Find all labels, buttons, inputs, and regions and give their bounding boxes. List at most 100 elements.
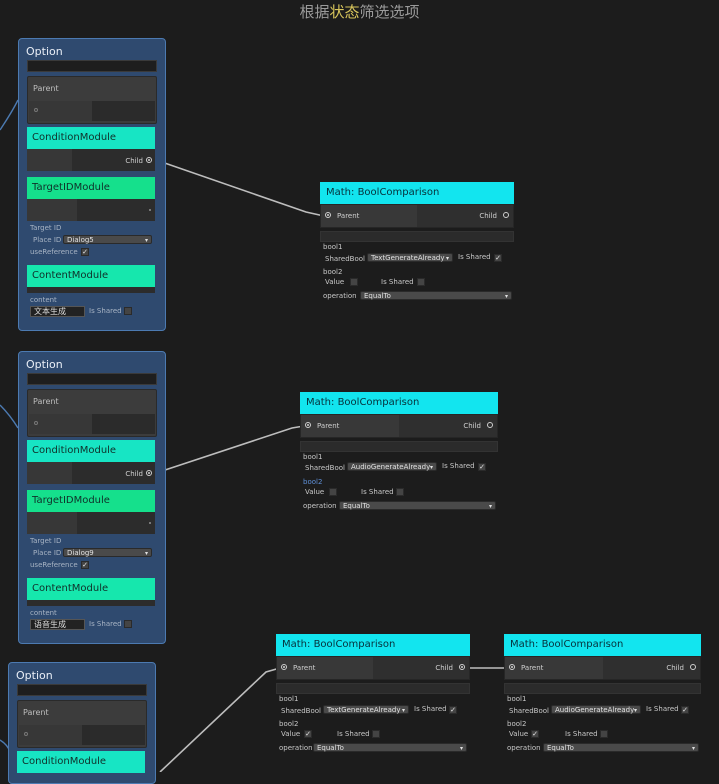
value-checkbox[interactable]: ✓ (304, 730, 312, 738)
option-node-3[interactable]: Option Parent ConditionModule (8, 662, 156, 784)
child-port-icon[interactable] (503, 212, 509, 218)
bool1-label: bool1 (279, 695, 299, 703)
condition-module-header: ConditionModule (27, 440, 155, 462)
child-port-icon[interactable] (690, 664, 696, 670)
bool-node-title: Math: BoolComparison (504, 634, 701, 656)
child-port-icon[interactable] (487, 422, 493, 428)
shared-bool-value: AudioGenerateAlready (555, 706, 635, 714)
bool1-label: bool1 (323, 243, 343, 251)
target-id-module[interactable]: TargetIDModule (27, 490, 155, 534)
shared-bool-dropdown[interactable]: TextGenerateAlready ▾ (367, 253, 453, 262)
target-id-module[interactable]: TargetIDModule (27, 177, 155, 221)
operation-dropdown[interactable]: EqualTo ▾ (313, 743, 467, 752)
value-label: Value (281, 730, 301, 738)
condition-module[interactable]: ConditionModule Child (27, 440, 155, 484)
value-label: Value (509, 730, 529, 738)
use-reference-label: useReference (30, 248, 78, 256)
wire-option2-to-bool2 (155, 425, 305, 474)
place-id-dropdown[interactable]: Dialog9 ▾ (63, 548, 152, 557)
parent-port-icon[interactable] (325, 212, 331, 218)
parent-label: Parent (317, 422, 340, 430)
operation-dropdown[interactable]: EqualTo ▾ (339, 501, 496, 510)
parent-port-panel[interactable]: Parent (27, 76, 157, 124)
option-title: Option (26, 45, 63, 58)
content-input[interactable]: 语音生成 (30, 619, 85, 630)
is-shared-checkbox[interactable]: ✓ (449, 706, 457, 714)
operation-label: operation (507, 744, 541, 752)
is-shared-checkbox-2[interactable] (600, 730, 608, 738)
parent-port-icon[interactable] (34, 108, 38, 112)
bool-node-title: Math: BoolComparison (276, 634, 470, 656)
is-shared-label: Is Shared (442, 462, 475, 470)
bool-comparison-node-4[interactable]: Math: BoolComparison Parent Child bool1 … (504, 634, 701, 752)
value-checkbox[interactable] (350, 278, 358, 286)
option-name-field[interactable] (17, 684, 147, 696)
is-shared-checkbox-2[interactable] (417, 278, 425, 286)
parent-port-icon[interactable] (281, 664, 287, 670)
wire-offscreen-option1 (0, 99, 19, 131)
is-shared-checkbox-2[interactable] (372, 730, 380, 738)
is-shared-checkbox[interactable] (124, 307, 132, 315)
parent-label: Parent (293, 664, 316, 672)
use-reference-checkbox[interactable]: ✓ (81, 248, 89, 256)
option-name-field[interactable] (27, 373, 157, 385)
value-checkbox[interactable] (329, 488, 337, 496)
parent-port-icon[interactable] (305, 422, 311, 428)
condition-module-header: ConditionModule (17, 751, 145, 773)
bool-comparison-node-1[interactable]: Math: BoolComparison Parent Child bool1 … (320, 182, 514, 300)
shared-bool-label: SharedBool (305, 464, 345, 472)
value-checkbox[interactable]: ✓ (531, 730, 539, 738)
content-field-label: content (30, 296, 57, 304)
chevron-down-icon: ▾ (633, 707, 637, 714)
operation-label: operation (323, 292, 357, 300)
content-input[interactable]: 文本生成 (30, 306, 85, 317)
place-id-dropdown[interactable]: Dialog5 ▾ (63, 235, 152, 244)
shared-bool-dropdown[interactable]: AudioGenerateAlready ▾ (347, 462, 437, 471)
is-shared-label: Is Shared (89, 620, 122, 628)
parent-port-icon[interactable] (24, 732, 28, 736)
child-port-icon[interactable] (459, 664, 465, 670)
child-port-icon[interactable] (146, 470, 152, 476)
is-shared-checkbox[interactable]: ✓ (494, 254, 502, 262)
value-label: Value (325, 278, 345, 286)
use-reference-checkbox[interactable]: ✓ (81, 561, 89, 569)
bool-node-title: Math: BoolComparison (300, 392, 498, 414)
parent-port-panel[interactable]: Parent (17, 700, 147, 748)
content-module[interactable]: ContentModule (27, 265, 155, 293)
option-node-1[interactable]: Option Parent ConditionModule Child Targ… (18, 38, 166, 331)
condition-module-header: ConditionModule (27, 127, 155, 149)
content-module-header: ContentModule (27, 265, 155, 287)
bool-node-title: Math: BoolComparison (320, 182, 514, 204)
shared-bool-dropdown[interactable]: TextGenerateAlready ▾ (323, 705, 409, 714)
is-shared-checkbox[interactable]: ✓ (681, 706, 689, 714)
option-name-field[interactable] (27, 60, 157, 72)
is-shared-checkbox[interactable] (124, 620, 132, 628)
child-label: Child (125, 157, 143, 165)
title-suffix: 筛选选项 (359, 3, 420, 21)
bool-comparison-node-3[interactable]: Math: BoolComparison Parent Child bool1 … (276, 634, 470, 752)
bool-comparison-node-2[interactable]: Math: BoolComparison Parent Child bool1 … (300, 392, 498, 510)
shared-bool-dropdown[interactable]: AudioGenerateAlready ▾ (551, 705, 641, 714)
option-node-2[interactable]: Option Parent ConditionModule Child Targ… (18, 351, 166, 644)
is-shared-checkbox-2[interactable] (396, 488, 404, 496)
content-module[interactable]: ContentModule (27, 578, 155, 606)
content-module-header: ContentModule (27, 578, 155, 600)
child-port-icon[interactable] (146, 157, 152, 163)
bool2-label: bool2 (279, 720, 299, 728)
is-shared-checkbox[interactable]: ✓ (478, 463, 486, 471)
option-title: Option (16, 669, 53, 682)
shared-bool-label: SharedBool (281, 707, 321, 715)
operation-dropdown[interactable]: EqualTo ▾ (543, 743, 699, 752)
condition-module[interactable]: ConditionModule Child (27, 127, 155, 171)
operation-value: EqualTo (547, 744, 574, 752)
parent-port-panel[interactable]: Parent (27, 389, 157, 437)
operation-dropdown[interactable]: EqualTo ▾ (360, 291, 512, 300)
parent-port-icon[interactable] (509, 664, 515, 670)
child-label: Child (435, 664, 453, 672)
bool-node-description-bar (320, 231, 514, 242)
chevron-down-icon: ▾ (459, 745, 463, 752)
shared-bool-label: SharedBool (325, 255, 365, 263)
parent-label: Parent (23, 708, 49, 717)
condition-module[interactable]: ConditionModule (17, 751, 145, 773)
parent-port-icon[interactable] (34, 421, 38, 425)
